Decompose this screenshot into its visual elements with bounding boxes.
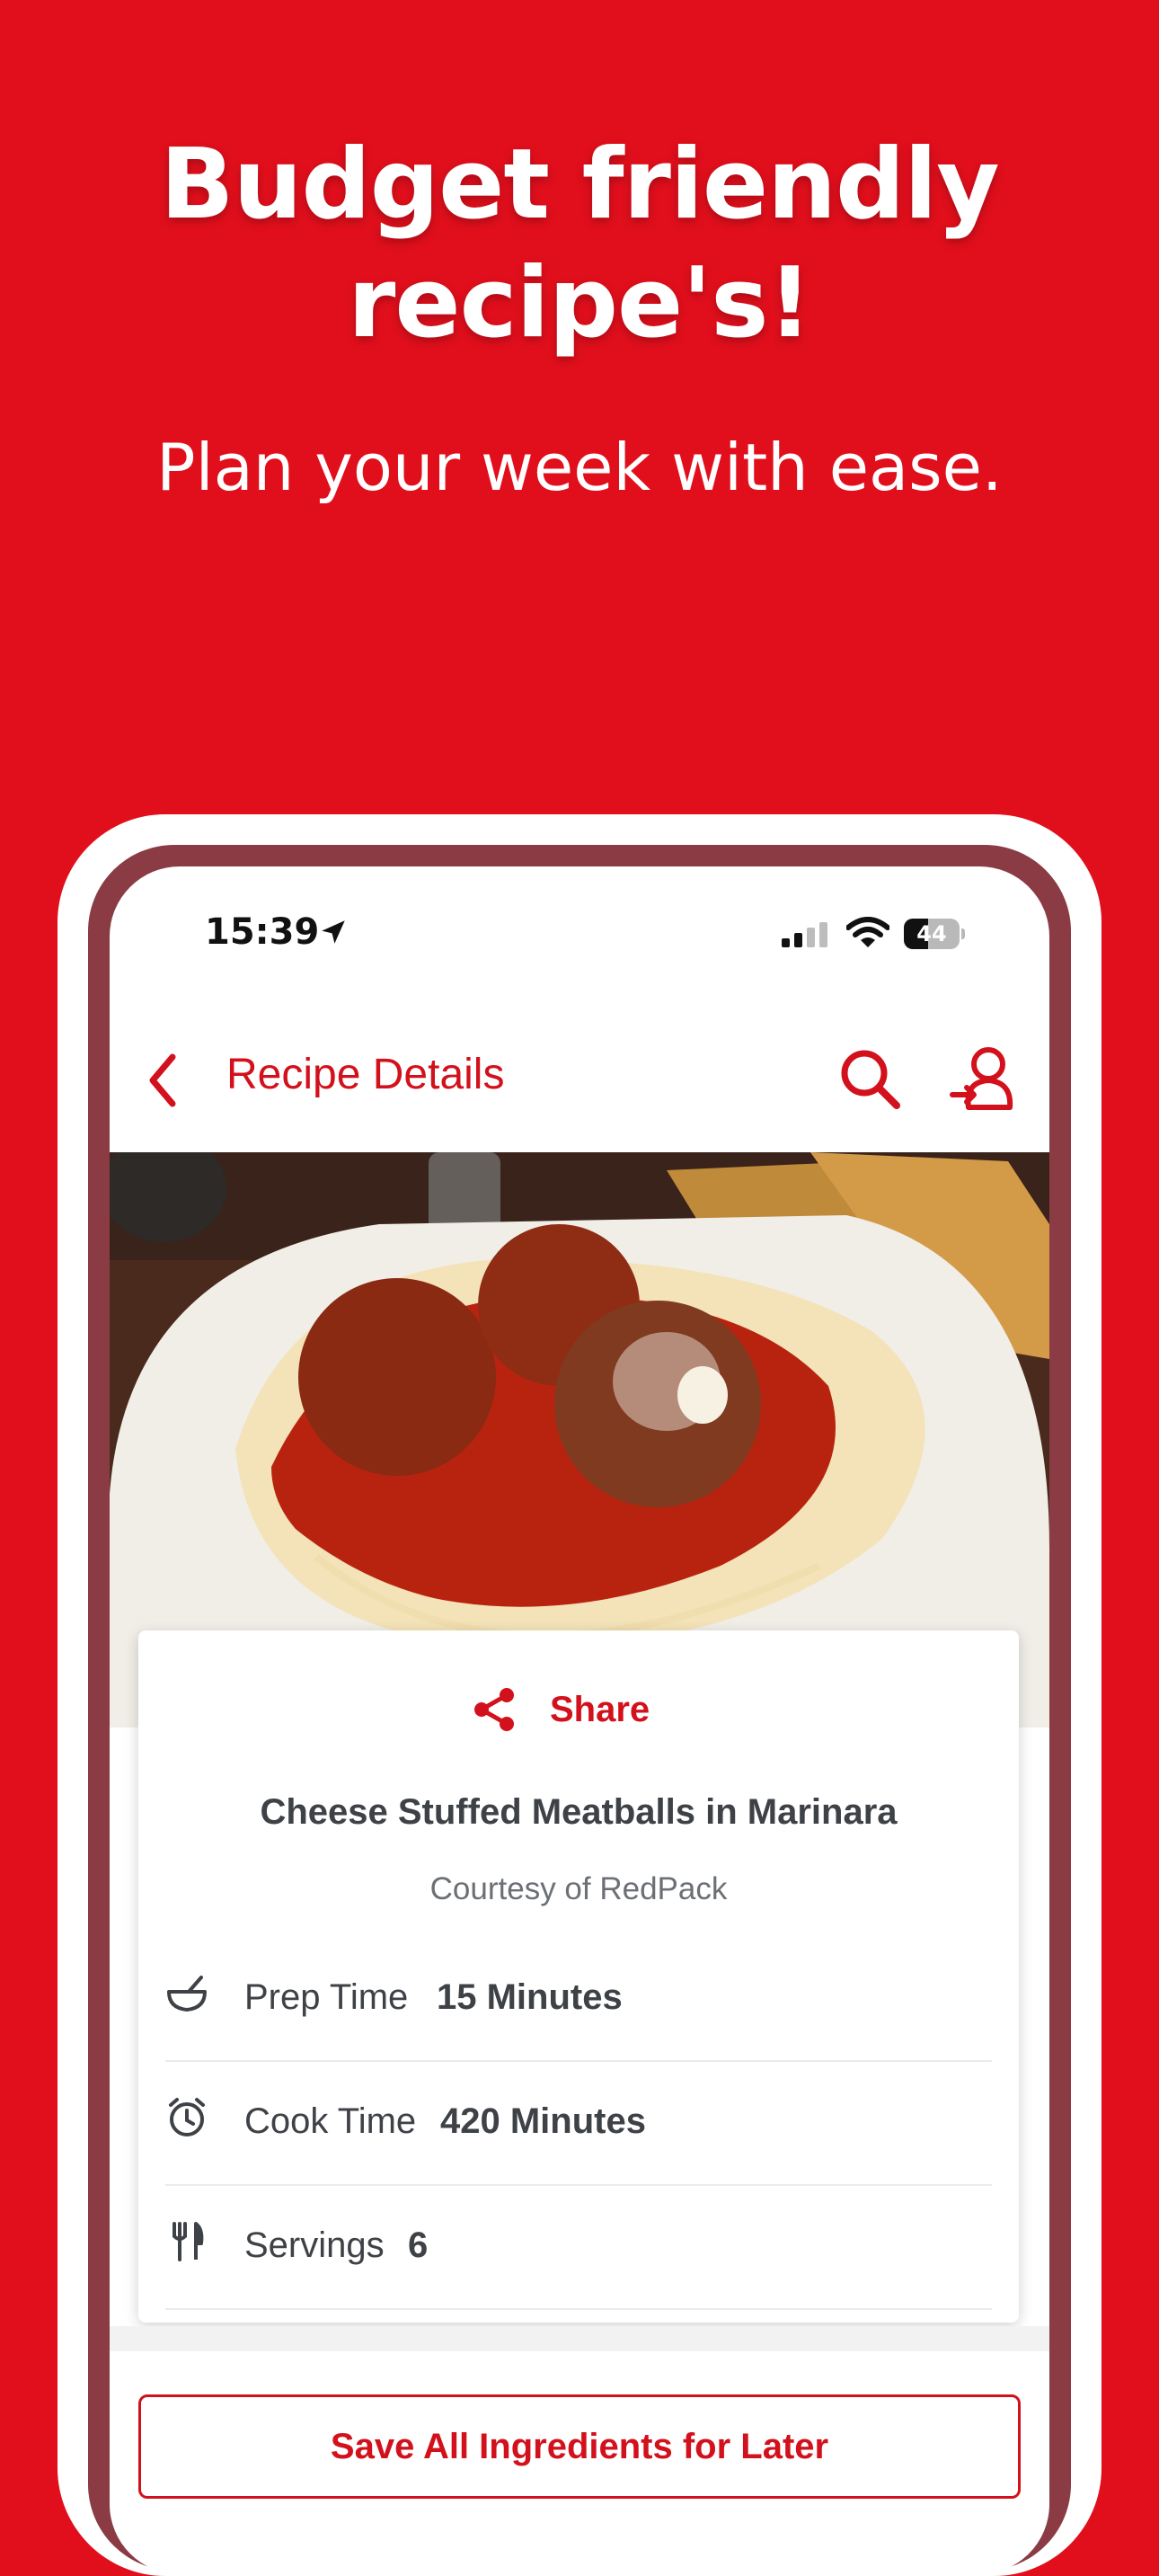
hero-title-line2: recipe's! <box>348 247 812 360</box>
share-button[interactable]: Share <box>471 1681 686 1735</box>
wifi-icon <box>846 917 889 947</box>
user-login-icon[interactable] <box>949 1044 1021 1113</box>
phone-screen: 15:39 44 Recipe Details Share Cheese Stu… <box>110 866 1049 2574</box>
cook-time-value: 420 Minutes <box>440 2101 646 2141</box>
recipe-title: Cheese Stuffed Meatballs in Marinara <box>260 1792 898 1832</box>
cellular-signal-icon <box>782 922 827 947</box>
battery-indicator: 44 <box>904 919 965 949</box>
nav-bar: Recipe Details <box>110 974 1049 1152</box>
servings-row: Servings 6 <box>165 2184 992 2310</box>
servings-label: Servings <box>244 2225 385 2265</box>
share-label: Share <box>550 1690 650 1729</box>
hero-title-line1: Budget friendly <box>160 129 999 241</box>
recipe-details-card: Share Cheese Stuffed Meatballs in Marina… <box>138 1630 1019 2323</box>
page-title: Recipe Details <box>226 1051 505 1098</box>
prep-time-row: Prep Time 15 Minutes <box>165 1936 992 2062</box>
cook-time-label: Cook Time <box>244 2101 417 2141</box>
search-icon[interactable] <box>837 1046 902 1111</box>
alarm-clock-icon <box>169 2098 205 2136</box>
fork-knife-icon <box>173 2222 204 2261</box>
hero-subtitle: Plan your week with ease. <box>156 430 1003 505</box>
location-arrow-icon <box>322 920 345 944</box>
chevron-left-icon[interactable] <box>146 1052 181 1109</box>
battery-tip <box>961 928 965 939</box>
cook-time-row: Cook Time 420 Minutes <box>165 2060 992 2186</box>
content-divider <box>110 2326 1049 2351</box>
prep-time-value: 15 Minutes <box>437 1977 623 2017</box>
recipe-courtesy: Courtesy of RedPack <box>429 1871 728 1906</box>
status-time: 15:39 <box>205 911 320 953</box>
prep-time-label: Prep Time <box>244 1977 409 2017</box>
hero-title: Budget friendly recipe's! <box>0 126 1159 363</box>
save-ingredients-button[interactable]: Save All Ingredients for Later <box>138 2394 1021 2499</box>
share-icon <box>474 1688 514 1731</box>
mixing-bowl-icon <box>167 1976 207 2012</box>
status-bar: 15:39 44 <box>110 866 1049 974</box>
battery-percent: 44 <box>916 921 947 946</box>
servings-value: 6 <box>408 2225 429 2265</box>
